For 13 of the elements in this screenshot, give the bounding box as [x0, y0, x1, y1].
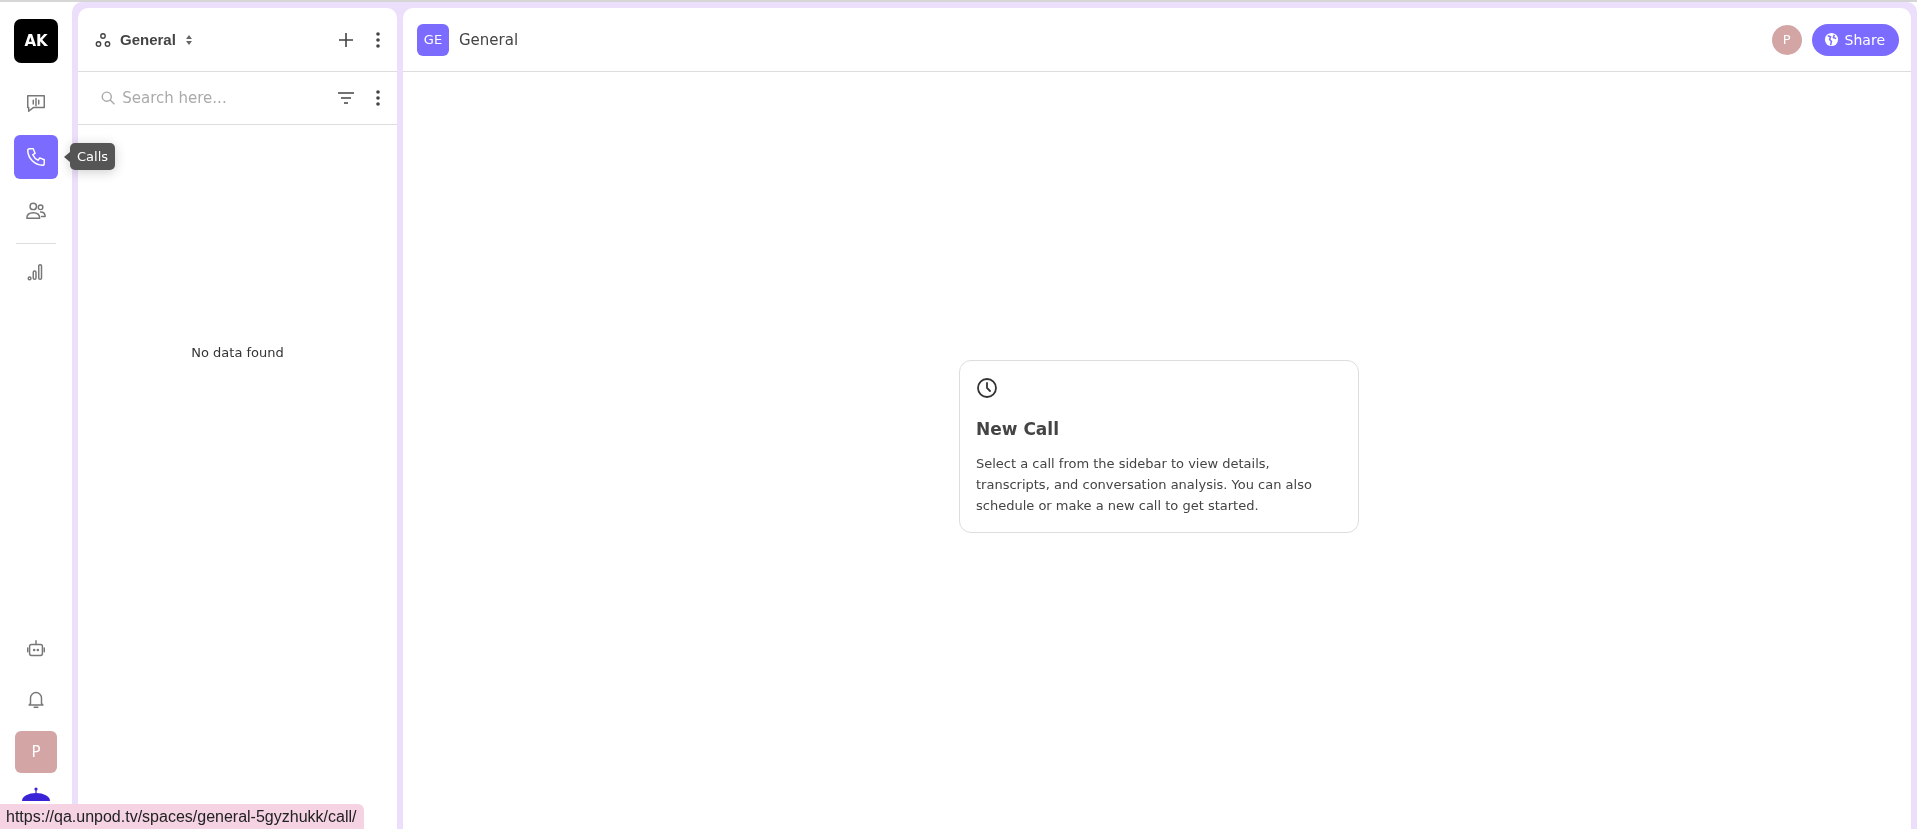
- space-title: General: [459, 30, 519, 49]
- user-avatar[interactable]: P: [1771, 24, 1802, 55]
- card-title: New Call: [976, 419, 1060, 439]
- space-badge: GE: [417, 23, 449, 56]
- card-description: Select a call from the sidebar to view details, transcripts, and conversation analysis. You can also schedule or make a new call to get started.: [976, 455, 1313, 515]
- empty-message: No data found: [191, 344, 284, 360]
- tooltip: Calls: [70, 143, 116, 170]
- workspace-logo[interactable]: AK: [14, 19, 58, 63]
- share-button[interactable]: Share: [1811, 23, 1899, 56]
- user-avatar[interactable]: P: [15, 731, 57, 773]
- status-url: https://qa.unpod.tv/spaces/general-5gyzhukk/call/: [0, 804, 365, 829]
- search-field[interactable]: Search here...: [122, 89, 329, 107]
- space-selector[interactable]: General: [94, 30, 194, 49]
